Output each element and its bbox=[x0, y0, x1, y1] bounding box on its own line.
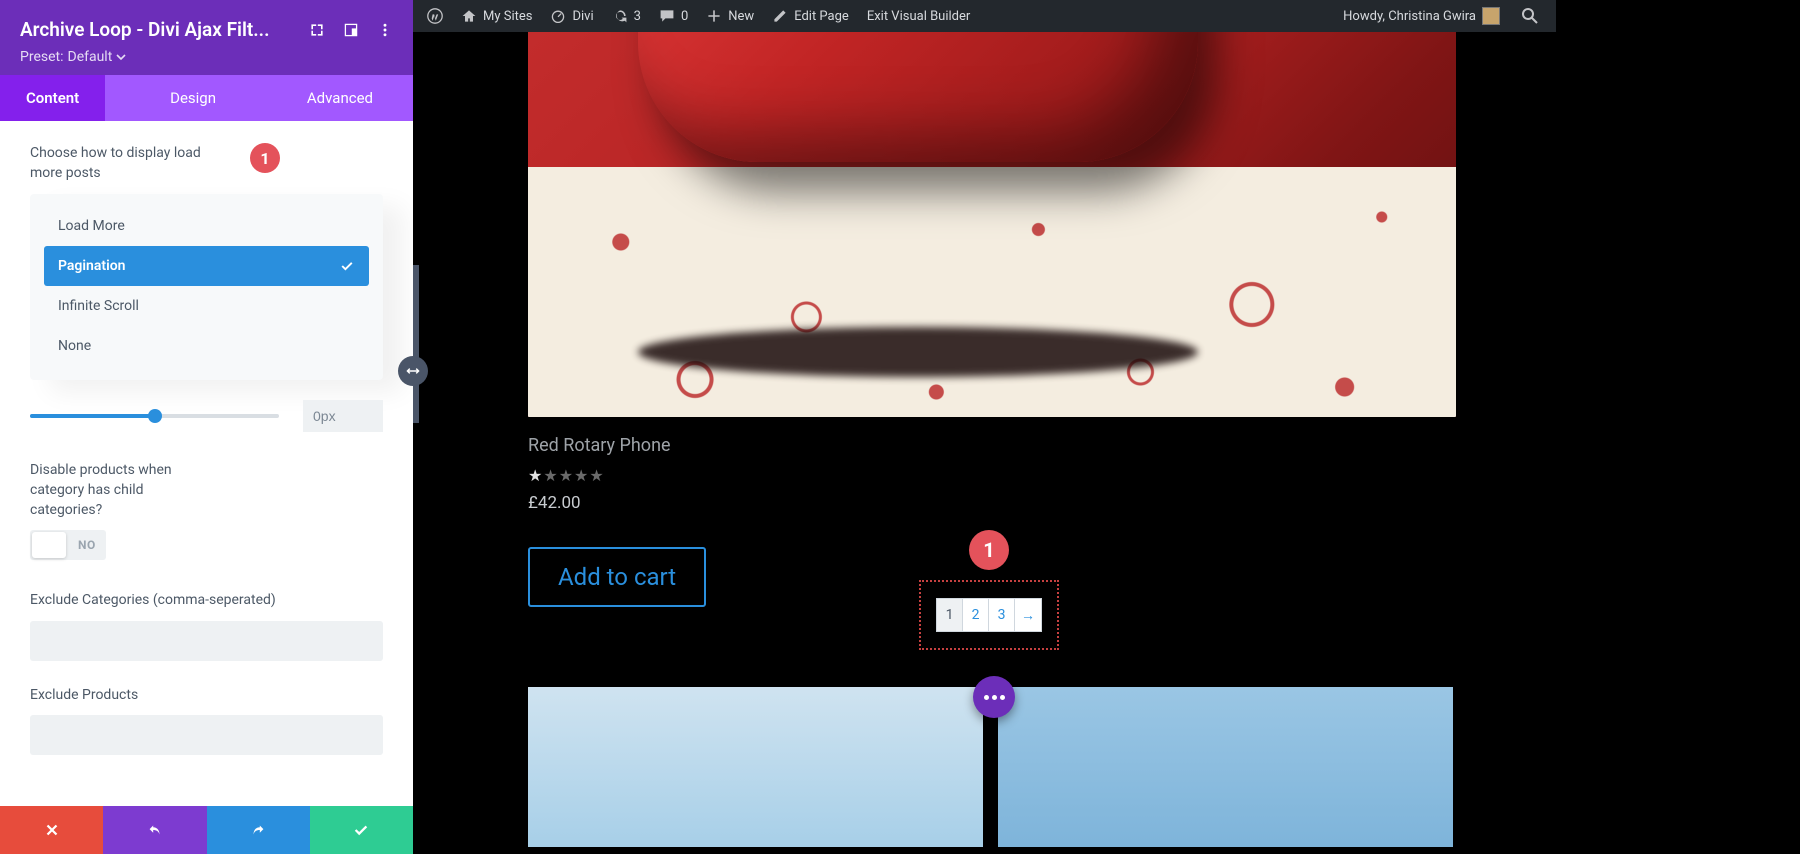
comments-menu[interactable]: 0 bbox=[651, 0, 696, 32]
editpage-menu[interactable]: Edit Page bbox=[764, 0, 857, 32]
save-button[interactable] bbox=[310, 806, 413, 854]
divi-settings-panel: Archive Loop - Divi Ajax Filt... Preset:… bbox=[0, 0, 413, 854]
undo-button[interactable] bbox=[103, 806, 206, 854]
panel-title: Archive Loop - Divi Ajax Filt... bbox=[20, 18, 269, 41]
tab-advanced[interactable]: Advanced bbox=[281, 75, 413, 121]
pagination-callout: 1 2 3 → bbox=[919, 580, 1059, 650]
site-menu[interactable]: Divi bbox=[542, 0, 601, 32]
product-image[interactable] bbox=[528, 32, 1456, 417]
page-preview: Red Rotary Phone ★★★★★ £42.00 Add to car… bbox=[413, 32, 1556, 854]
editpage-label: Edit Page bbox=[794, 9, 849, 24]
expand-icon[interactable] bbox=[309, 22, 325, 38]
row-image-right[interactable] bbox=[998, 687, 1453, 847]
exit-label: Exit Visual Builder bbox=[867, 9, 970, 24]
howdy-label: Howdy, Christina Gwira bbox=[1343, 9, 1476, 24]
exit-builder[interactable]: Exit Visual Builder bbox=[859, 0, 978, 32]
preset-selector[interactable]: Preset: Default bbox=[20, 49, 393, 65]
row-image-left[interactable] bbox=[528, 687, 983, 847]
display-mode-label: Choose how to display load more posts bbox=[30, 143, 230, 184]
updates-count: 3 bbox=[634, 9, 641, 24]
adminbar-search[interactable] bbox=[1512, 0, 1548, 32]
site-label: Divi bbox=[572, 9, 593, 24]
product-price: £42.00 bbox=[528, 493, 1456, 513]
redo-icon bbox=[249, 821, 267, 839]
toggle-state: NO bbox=[68, 538, 106, 552]
gauge-icon bbox=[550, 8, 566, 24]
wp-adminbar: My Sites Divi 3 0 New Edit Page Exit Vis… bbox=[413, 0, 1556, 32]
new-menu[interactable]: New bbox=[698, 0, 762, 32]
search-icon bbox=[1520, 6, 1540, 26]
exclude-categories-input[interactable] bbox=[30, 621, 383, 661]
undo-icon bbox=[146, 821, 164, 839]
disable-products-toggle[interactable]: NO bbox=[30, 530, 106, 560]
disable-products-label: Disable products when category has child… bbox=[30, 460, 200, 521]
avatar bbox=[1482, 7, 1500, 25]
comments-count: 0 bbox=[681, 9, 688, 24]
option-pagination[interactable]: Pagination bbox=[44, 246, 369, 286]
option-load-more[interactable]: Load More bbox=[44, 206, 369, 246]
product-card: Red Rotary Phone ★★★★★ £42.00 Add to car… bbox=[528, 32, 1456, 607]
spacing-slider[interactable] bbox=[30, 414, 279, 418]
plus-icon bbox=[706, 8, 722, 24]
option-infinite-scroll[interactable]: Infinite Scroll bbox=[44, 286, 369, 326]
exclude-products-input[interactable] bbox=[30, 715, 383, 755]
product-title[interactable]: Red Rotary Phone bbox=[528, 435, 1456, 456]
product-rating: ★★★★★ bbox=[528, 466, 1456, 485]
mysites-label: My Sites bbox=[483, 9, 532, 24]
exclude-categories-label: Exclude Categories (comma-seperated) bbox=[30, 590, 383, 610]
panel-header: Archive Loop - Divi Ajax Filt... Preset:… bbox=[0, 0, 413, 75]
comment-icon bbox=[659, 8, 675, 24]
panel-resize-knob[interactable] bbox=[398, 356, 428, 386]
kebab-icon[interactable] bbox=[377, 22, 393, 38]
callout-badge: 1 bbox=[969, 530, 1009, 570]
tab-content[interactable]: Content bbox=[0, 75, 105, 121]
new-label: New bbox=[728, 9, 754, 24]
panel-footer bbox=[0, 806, 413, 854]
page-next[interactable]: → bbox=[1015, 599, 1041, 631]
pencil-icon bbox=[772, 8, 788, 24]
spacing-value[interactable] bbox=[303, 400, 383, 432]
page-2[interactable]: 2 bbox=[963, 599, 989, 631]
chevron-down-icon bbox=[116, 52, 126, 62]
wordpress-icon bbox=[427, 8, 443, 24]
option-none[interactable]: None bbox=[44, 326, 369, 366]
exclude-products-label: Exclude Products bbox=[30, 685, 383, 705]
display-mode-options: Load More Pagination Infinite Scroll Non… bbox=[30, 194, 383, 380]
divi-section-fab[interactable] bbox=[973, 676, 1015, 718]
page-3[interactable]: 3 bbox=[989, 599, 1015, 631]
spacing-slider-row bbox=[30, 400, 383, 432]
cancel-button[interactable] bbox=[0, 806, 103, 854]
step-badge: 1 bbox=[250, 143, 280, 173]
updates-menu[interactable]: 3 bbox=[604, 0, 649, 32]
check-icon bbox=[352, 821, 370, 839]
resize-horizontal-icon bbox=[405, 363, 421, 379]
howdy-menu[interactable]: Howdy, Christina Gwira bbox=[1335, 0, 1508, 32]
pagination: 1 2 3 → bbox=[936, 598, 1042, 632]
redo-button[interactable] bbox=[207, 806, 310, 854]
toggle-knob bbox=[32, 532, 66, 558]
add-to-cart-button[interactable]: Add to cart bbox=[528, 547, 706, 607]
panel-tabs: Content Design Advanced bbox=[0, 75, 413, 121]
page-1[interactable]: 1 bbox=[937, 599, 963, 631]
mysites-menu[interactable]: My Sites bbox=[453, 0, 540, 32]
responsive-icon[interactable] bbox=[343, 22, 359, 38]
panel-body: Choose how to display load more posts 1 … bbox=[0, 121, 413, 806]
preset-value: Default bbox=[68, 49, 113, 65]
option-pagination-label: Pagination bbox=[58, 258, 125, 274]
close-icon bbox=[43, 821, 61, 839]
preset-label: Preset: bbox=[20, 49, 64, 65]
tab-design[interactable]: Design bbox=[105, 75, 281, 121]
check-icon bbox=[339, 258, 355, 274]
house-icon bbox=[461, 8, 477, 24]
wp-logo-menu[interactable] bbox=[419, 0, 451, 32]
slider-thumb[interactable] bbox=[148, 409, 162, 423]
update-icon bbox=[612, 8, 628, 24]
panel-resize-handle[interactable] bbox=[413, 265, 419, 423]
